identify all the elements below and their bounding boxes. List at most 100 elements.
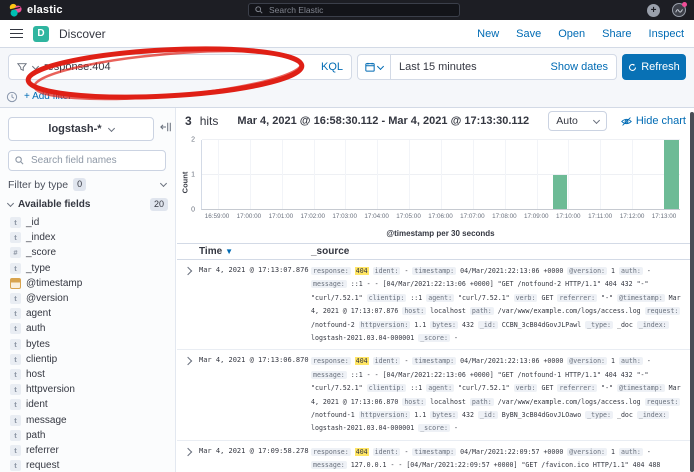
source-field-badge: timestamp:	[412, 448, 456, 456]
field-search-input[interactable]	[29, 154, 159, 167]
time-column-label: Time	[199, 246, 222, 257]
field-value: 432	[462, 411, 474, 419]
field-item-bytes[interactable]: tbytes	[0, 337, 175, 352]
source-field-badge: _score:	[418, 334, 450, 342]
user-avatar[interactable]	[672, 3, 686, 17]
field-item-httpversion[interactable]: thttpversion	[0, 382, 175, 397]
chart-y-ticks: 012	[179, 140, 199, 210]
field-item-message[interactable]: tmessage	[0, 412, 175, 427]
field-item-path[interactable]: tpath	[0, 428, 175, 443]
filter-by-type-chevron-icon	[160, 180, 167, 187]
source-field-badge: request:	[645, 307, 681, 315]
histogram-chart: Count 012 16:59:0017:00:0017:01:0017:02:…	[179, 134, 688, 240]
expand-cell	[177, 355, 199, 364]
expand-row-icon[interactable]	[184, 357, 192, 365]
field-item-_index[interactable]: t_index	[0, 230, 175, 245]
show-dates-button[interactable]: Show dates	[551, 61, 616, 73]
field-item-clientip[interactable]: tclientip	[0, 352, 175, 367]
x-gridline	[505, 140, 506, 209]
avatar-glyph-icon	[675, 7, 684, 14]
saved-query-chevron-icon[interactable]	[32, 62, 39, 69]
x-gridline	[282, 140, 283, 209]
source-field-badge: ident:	[373, 357, 401, 365]
query-language-button[interactable]: KQL	[315, 61, 343, 73]
hits-label: hits	[200, 114, 219, 128]
filter-funnel-icon[interactable]	[17, 62, 27, 72]
new-button[interactable]: New	[477, 28, 499, 40]
histogram-bar[interactable]	[553, 175, 568, 210]
filter-by-type-control[interactable]: Filter by type 0	[8, 178, 166, 191]
query-input[interactable]: response:404	[44, 61, 309, 73]
field-item-request[interactable]: trequest	[0, 458, 175, 472]
elastic-logo[interactable]: elastic	[8, 3, 63, 17]
field-value: GET	[541, 384, 553, 392]
calendar-menu-button[interactable]	[358, 55, 391, 79]
field-item-ident[interactable]: tident	[0, 397, 175, 412]
field-item-@version[interactable]: t@version	[0, 291, 175, 306]
menu-icon[interactable]	[10, 29, 23, 39]
discover-app-icon[interactable]: D	[33, 26, 49, 42]
field-value: _doc	[617, 411, 633, 419]
inspect-button[interactable]: Inspect	[649, 28, 684, 40]
histogram-bar[interactable]	[664, 140, 679, 209]
save-button[interactable]: Save	[516, 28, 541, 40]
field-value: localhost	[430, 398, 466, 406]
field-item-host[interactable]: thost	[0, 367, 175, 382]
field-value: -	[454, 334, 458, 342]
filter-history-icon[interactable]	[6, 91, 18, 103]
field-value: "curl/7.52.1"	[458, 384, 510, 392]
field-item-auth[interactable]: tauth	[0, 321, 175, 336]
interval-select[interactable]: Auto	[548, 111, 607, 131]
expand-row-icon[interactable]	[184, 448, 192, 456]
available-fields-header[interactable]: Available fields 20	[8, 198, 168, 211]
field-item-_id[interactable]: t_id	[0, 215, 175, 230]
field-item-_score[interactable]: #_score	[0, 245, 175, 260]
expand-row-icon[interactable]	[184, 267, 192, 275]
field-value: 1.1	[414, 321, 426, 329]
field-name: _index	[26, 232, 55, 243]
field-item-referrer[interactable]: treferrer	[0, 443, 175, 458]
time-column-header[interactable]: Time▼	[199, 246, 311, 257]
interval-value: Auto	[556, 115, 578, 127]
time-range-button[interactable]: Last 15 minutes	[391, 61, 551, 73]
eye-slash-icon	[621, 116, 632, 127]
toolbar-actions: New Save Open Share Inspect	[477, 28, 684, 40]
field-item-agent[interactable]: tagent	[0, 306, 175, 321]
field-search-box[interactable]	[8, 150, 166, 171]
x-gridline	[632, 140, 633, 209]
text-field-icon: t	[10, 430, 21, 441]
field-value: logstash-2021.03.04-000001	[311, 424, 414, 432]
source-field-badge: response:	[311, 448, 351, 456]
open-button[interactable]: Open	[558, 28, 585, 40]
notification-dot	[682, 2, 687, 7]
refresh-button[interactable]: Refresh	[622, 54, 686, 80]
field-name: @timestamp	[26, 278, 82, 289]
add-filter-button[interactable]: + Add filter	[24, 91, 72, 102]
logo-text: elastic	[27, 4, 63, 16]
field-value: "-"	[601, 294, 613, 302]
hits-bar: 3 hits Mar 4, 2021 @ 16:58:30.112 - Mar …	[177, 110, 694, 132]
source-field-badge: host:	[402, 398, 426, 406]
chart-plot[interactable]	[201, 140, 680, 210]
source-field-badge: auth:	[619, 448, 643, 456]
field-name: ident	[26, 399, 48, 410]
sort-desc-icon[interactable]: ▼	[225, 247, 233, 256]
table-row: Mar 4, 2021 @ 17:13:07.876response: 404 …	[177, 260, 694, 350]
field-value: 04/Mar/2021:22:09:57 +0000	[460, 448, 563, 456]
x-tick-label: 17:03:00	[332, 213, 357, 220]
share-button[interactable]: Share	[602, 28, 631, 40]
global-search-box[interactable]	[248, 3, 460, 17]
help-icon[interactable]: +	[647, 4, 660, 17]
index-pattern-selector[interactable]: logstash-*	[8, 117, 154, 141]
field-item-@timestamp[interactable]: @timestamp	[0, 276, 175, 291]
x-gridline	[250, 140, 251, 209]
hide-chart-button[interactable]: Hide chart	[621, 115, 686, 127]
field-value: 04/Mar/2021:22:13:06 +0000	[460, 357, 563, 365]
field-name: _id	[26, 217, 39, 228]
calendar-icon	[365, 62, 375, 72]
expand-cell	[177, 265, 199, 274]
collapse-sidebar-icon[interactable]	[160, 121, 172, 133]
vertical-scrollbar[interactable]	[690, 112, 694, 472]
field-item-_type[interactable]: t_type	[0, 261, 175, 276]
global-search-input[interactable]	[267, 4, 453, 16]
